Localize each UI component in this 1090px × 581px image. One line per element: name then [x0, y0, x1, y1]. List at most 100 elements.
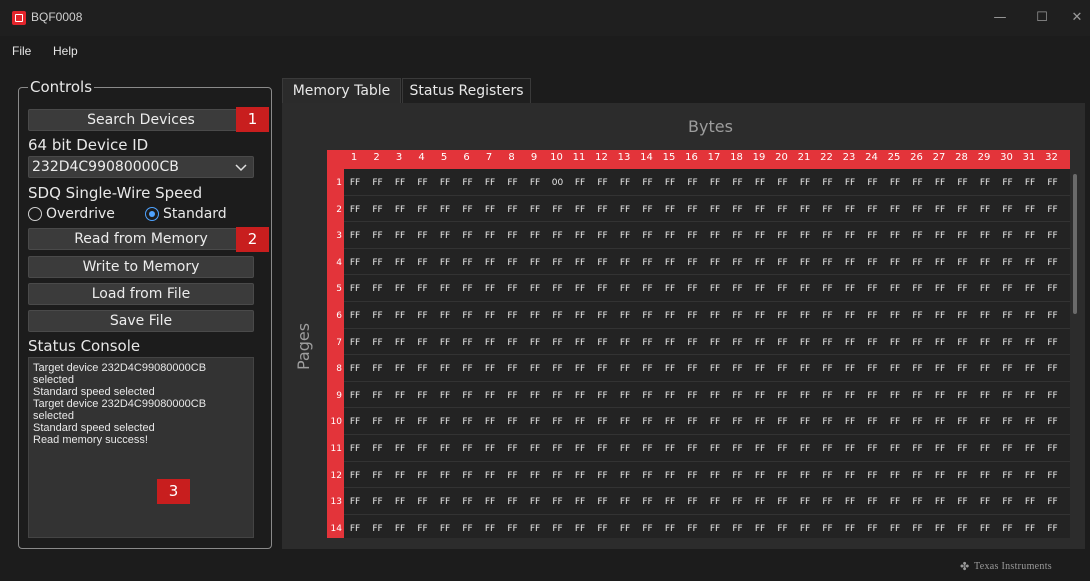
memory-cell[interactable]: FF: [751, 524, 769, 534]
memory-cell[interactable]: FF: [549, 258, 567, 268]
memory-cell[interactable]: FF: [954, 444, 972, 454]
memory-cell[interactable]: FF: [459, 258, 477, 268]
memory-cell[interactable]: FF: [999, 471, 1017, 481]
memory-cell[interactable]: FF: [639, 471, 657, 481]
memory-cell[interactable]: FF: [751, 205, 769, 215]
memory-cell[interactable]: FF: [346, 444, 364, 454]
memory-cell[interactable]: FF: [819, 364, 837, 374]
memory-cell[interactable]: FF: [504, 258, 522, 268]
memory-cell[interactable]: FF: [976, 178, 994, 188]
memory-cell[interactable]: FF: [729, 391, 747, 401]
memory-cell[interactable]: FF: [369, 471, 387, 481]
memory-cell[interactable]: FF: [931, 338, 949, 348]
memory-cell[interactable]: FF: [976, 258, 994, 268]
memory-cell[interactable]: FF: [976, 417, 994, 427]
memory-cell[interactable]: FF: [391, 364, 409, 374]
memory-cell[interactable]: FF: [684, 497, 702, 507]
memory-cell[interactable]: FF: [459, 444, 477, 454]
memory-cell[interactable]: FF: [976, 497, 994, 507]
memory-cell[interactable]: FF: [369, 231, 387, 241]
memory-cell[interactable]: FF: [391, 524, 409, 534]
memory-cell[interactable]: FF: [751, 311, 769, 321]
memory-cell[interactable]: FF: [504, 338, 522, 348]
memory-cell[interactable]: FF: [481, 471, 499, 481]
memory-cell[interactable]: FF: [414, 338, 432, 348]
memory-cell[interactable]: FF: [841, 178, 859, 188]
memory-cell[interactable]: FF: [1021, 471, 1039, 481]
memory-cell[interactable]: FF: [526, 471, 544, 481]
memory-cell[interactable]: FF: [819, 258, 837, 268]
memory-cell[interactable]: FF: [931, 258, 949, 268]
memory-cell[interactable]: FF: [1021, 311, 1039, 321]
memory-cell[interactable]: FF: [414, 231, 432, 241]
memory-cell[interactable]: FF: [751, 471, 769, 481]
memory-cell[interactable]: FF: [954, 258, 972, 268]
memory-cell[interactable]: FF: [841, 444, 859, 454]
memory-cell[interactable]: FF: [774, 311, 792, 321]
memory-cell[interactable]: FF: [639, 391, 657, 401]
memory-cell[interactable]: FF: [594, 338, 612, 348]
memory-cell[interactable]: FF: [369, 258, 387, 268]
memory-cell[interactable]: FF: [886, 311, 904, 321]
memory-cell[interactable]: FF: [459, 311, 477, 321]
memory-cell[interactable]: FF: [526, 338, 544, 348]
memory-cell[interactable]: FF: [684, 311, 702, 321]
memory-cell[interactable]: FF: [796, 205, 814, 215]
memory-cell[interactable]: FF: [369, 311, 387, 321]
memory-cell[interactable]: FF: [796, 338, 814, 348]
memory-cell[interactable]: FF: [684, 178, 702, 188]
memory-cell[interactable]: FF: [391, 417, 409, 427]
memory-cell[interactable]: FF: [706, 524, 724, 534]
memory-cell[interactable]: FF: [504, 178, 522, 188]
memory-cell[interactable]: FF: [639, 311, 657, 321]
memory-cell[interactable]: FF: [616, 178, 634, 188]
menu-help[interactable]: Help: [53, 44, 78, 58]
memory-cell[interactable]: FF: [504, 497, 522, 507]
memory-cell[interactable]: FF: [931, 284, 949, 294]
memory-cell[interactable]: FF: [774, 364, 792, 374]
memory-cell[interactable]: FF: [796, 417, 814, 427]
memory-cell[interactable]: FF: [999, 524, 1017, 534]
memory-cell[interactable]: FF: [639, 205, 657, 215]
memory-cell[interactable]: FF: [841, 311, 859, 321]
memory-cell[interactable]: FF: [481, 284, 499, 294]
memory-cell[interactable]: FF: [976, 391, 994, 401]
vertical-scrollbar[interactable]: [1073, 174, 1077, 314]
memory-cell[interactable]: FF: [999, 444, 1017, 454]
memory-cell[interactable]: FF: [436, 178, 454, 188]
memory-cell[interactable]: FF: [841, 231, 859, 241]
memory-cell[interactable]: FF: [774, 205, 792, 215]
memory-cell[interactable]: FF: [616, 471, 634, 481]
tab-memory-table[interactable]: Memory Table: [282, 78, 401, 103]
memory-cell[interactable]: FF: [954, 417, 972, 427]
memory-cell[interactable]: FF: [729, 417, 747, 427]
minimize-button[interactable]: —: [985, 8, 1015, 28]
memory-cell[interactable]: FF: [774, 497, 792, 507]
memory-cell[interactable]: FF: [639, 417, 657, 427]
memory-cell[interactable]: FF: [526, 231, 544, 241]
memory-cell[interactable]: FF: [841, 338, 859, 348]
memory-cell[interactable]: FF: [526, 205, 544, 215]
memory-cell[interactable]: FF: [436, 205, 454, 215]
memory-cell[interactable]: FF: [661, 338, 679, 348]
memory-cell[interactable]: FF: [661, 178, 679, 188]
memory-cell[interactable]: FF: [774, 417, 792, 427]
memory-cell[interactable]: FF: [594, 284, 612, 294]
memory-cell[interactable]: FF: [819, 524, 837, 534]
memory-cell[interactable]: FF: [976, 471, 994, 481]
memory-cell[interactable]: FF: [504, 284, 522, 294]
memory-grid[interactable]: 1 2 3 4 5 6 7 8 9 10 11 12 13 14 15 16 17 18 19 20 21 22 23 24 2…: [327, 150, 1070, 538]
memory-cell[interactable]: FF: [864, 311, 882, 321]
memory-cell[interactable]: FF: [909, 524, 927, 534]
memory-cell[interactable]: FF: [864, 231, 882, 241]
memory-cell[interactable]: FF: [414, 524, 432, 534]
memory-cell[interactable]: FF: [639, 338, 657, 348]
memory-cell[interactable]: FF: [526, 258, 544, 268]
memory-cell[interactable]: FF: [931, 311, 949, 321]
memory-cell[interactable]: FF: [1044, 471, 1062, 481]
memory-cell[interactable]: FF: [661, 231, 679, 241]
memory-cell[interactable]: FF: [729, 444, 747, 454]
memory-cell[interactable]: FF: [504, 444, 522, 454]
memory-cell[interactable]: FF: [864, 284, 882, 294]
memory-cell[interactable]: FF: [639, 444, 657, 454]
